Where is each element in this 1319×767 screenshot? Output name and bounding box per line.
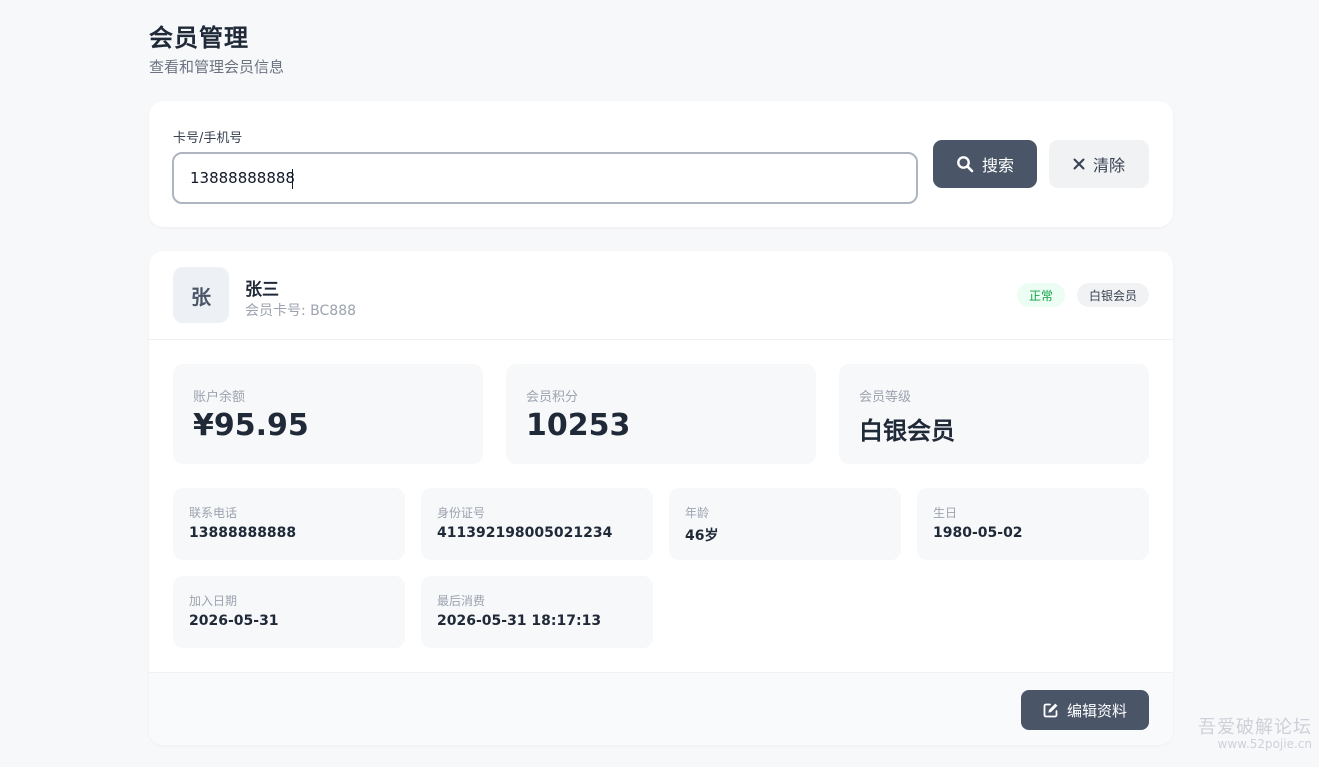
id-label: 身份证号 (437, 506, 486, 520)
age-info: 年龄 46岁 (669, 488, 901, 560)
watermark: 吾爱破解论坛 www.52pojie.cn (1198, 718, 1312, 751)
close-icon (1073, 158, 1085, 170)
last-purchase-value: 2026-05-31 18:17:13 (437, 613, 602, 629)
status-badge: 正常 (1017, 283, 1065, 307)
search-button[interactable]: 搜索 (933, 140, 1037, 188)
age-value: 46岁 (685, 528, 719, 544)
id-value: 411392198005021234 (437, 525, 613, 541)
watermark-title: 吾爱破解论坛 (1198, 717, 1312, 738)
balance-label: 账户余额 (193, 390, 246, 405)
page-title: 会员管理 (149, 24, 249, 52)
search-card: 卡号/手机号 搜索 清除 (149, 101, 1173, 227)
clear-button[interactable]: 清除 (1049, 140, 1149, 188)
member-name: 张三 (245, 280, 279, 300)
edit-profile-button[interactable]: 编辑资料 (1021, 690, 1149, 730)
member-card: 张 张三 会员卡号: BC888 正常 白银会员 账户余额 ¥95.95 会员积… (149, 251, 1173, 745)
last-purchase-info: 最后消费 2026-05-31 18:17:13 (421, 576, 653, 648)
join-date-value: 2026-05-31 (189, 613, 279, 629)
watermark-url: www.52pojie.cn (1217, 736, 1312, 751)
birthday-info: 生日 1980-05-02 (917, 488, 1149, 560)
level-stat: 会员等级 白银会员 (839, 364, 1149, 464)
edit-profile-label: 编辑资料 (1066, 701, 1127, 720)
text-caret (292, 169, 293, 189)
member-card-footer: 编辑资料 (149, 672, 1173, 745)
points-label: 会员积分 (526, 390, 579, 405)
birthday-label: 生日 (933, 506, 958, 520)
join-date-info: 加入日期 2026-05-31 (173, 576, 405, 648)
level-value: 白银会员 (859, 417, 955, 445)
balance-stat: 账户余额 ¥95.95 (173, 364, 483, 464)
phone-label: 联系电话 (189, 506, 238, 520)
points-stat: 会员积分 10253 (506, 364, 816, 464)
points-value: 10253 (526, 408, 631, 443)
last-purchase-label: 最后消费 (437, 594, 486, 608)
search-button-label: 搜索 (981, 156, 1014, 175)
search-input[interactable] (172, 152, 918, 204)
page-subtitle: 查看和管理会员信息 (149, 58, 285, 76)
birthday-value: 1980-05-02 (933, 525, 1023, 541)
level-badge: 白银会员 (1077, 283, 1149, 307)
id-info: 身份证号 411392198005021234 (421, 488, 653, 560)
phone-info: 联系电话 13888888888 (173, 488, 405, 560)
search-icon (957, 156, 974, 173)
member-card-number: 会员卡号: BC888 (245, 303, 357, 319)
member-header: 张 张三 会员卡号: BC888 正常 白银会员 (149, 251, 1173, 340)
age-label: 年龄 (685, 506, 710, 520)
balance-value: ¥95.95 (193, 408, 309, 443)
edit-icon (1043, 703, 1058, 718)
phone-value: 13888888888 (189, 525, 297, 541)
search-label: 卡号/手机号 (173, 131, 243, 146)
clear-button-label: 清除 (1092, 156, 1125, 175)
level-label: 会员等级 (859, 390, 912, 405)
join-date-label: 加入日期 (189, 594, 238, 608)
avatar: 张 (173, 267, 229, 323)
